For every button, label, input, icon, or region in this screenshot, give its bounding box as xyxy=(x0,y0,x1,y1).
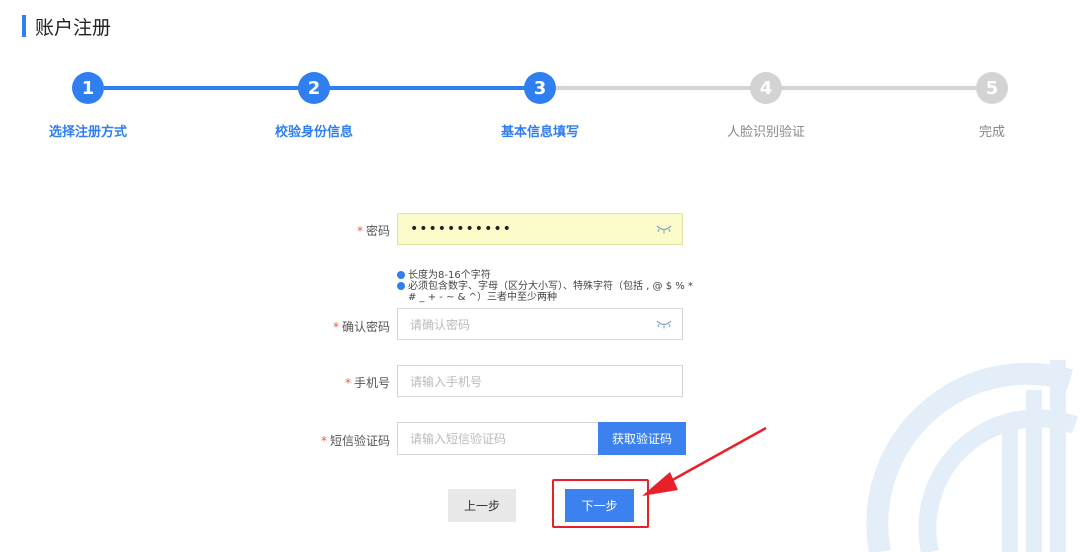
required-mark: * xyxy=(344,376,351,390)
confirm-password-placeholder: 请确认密码 xyxy=(410,317,471,332)
info-icon xyxy=(397,282,405,290)
step-4-label: 人脸识别验证 xyxy=(726,125,806,140)
eye-closed-icon[interactable] xyxy=(656,224,672,234)
sms-code-label: * 短信验证码 xyxy=(321,432,390,449)
password-label-text: 密码 xyxy=(365,224,390,238)
page-header: 账户注册 xyxy=(22,14,112,39)
step-4-circle: 4 xyxy=(750,72,782,104)
watermark-logo-icon xyxy=(866,360,1079,552)
password-label: * 密码 xyxy=(357,222,390,239)
annotation-arrow-icon xyxy=(642,426,767,496)
password-input[interactable]: ••••••••••• xyxy=(397,213,683,245)
page-title: 账户注册 xyxy=(35,16,112,39)
sms-code-label-text: 短信验证码 xyxy=(329,434,390,448)
password-hints: 长度为8-16个字符 必须包含数字、字母（区分大小写）、特殊字符（包括 , @ … xyxy=(397,270,697,303)
step-1-label: 选择注册方式 xyxy=(48,125,128,140)
required-mark: * xyxy=(356,224,363,238)
step-3-circle: 3 xyxy=(524,72,556,104)
phone-label-text: 手机号 xyxy=(353,376,390,390)
hint-item: 长度为8-16个字符 xyxy=(397,270,697,281)
step-5-circle: 5 xyxy=(976,72,1008,104)
step-3-label: 基本信息填写 xyxy=(500,125,580,140)
step-1-circle: 1 xyxy=(72,72,104,104)
confirm-password-label: * 确认密码 xyxy=(333,318,390,335)
hint-text: 必须包含数字、字母（区分大小写）、特殊字符（包括 , @ $ % * # _ +… xyxy=(408,281,693,303)
sms-code-placeholder: 请输入短信验证码 xyxy=(410,432,507,446)
confirm-password-label-text: 确认密码 xyxy=(341,320,390,334)
prev-step-button[interactable]: 上一步 xyxy=(448,489,516,522)
title-accent xyxy=(22,15,26,37)
step-5-label: 完成 xyxy=(978,125,1006,140)
info-icon xyxy=(397,271,405,279)
confirm-password-input[interactable]: 请确认密码 xyxy=(397,308,683,340)
password-value: ••••••••••• xyxy=(410,221,512,237)
sms-code-input[interactable]: 请输入短信验证码 xyxy=(397,422,598,455)
step-2-circle: 2 xyxy=(298,72,330,104)
hint-text: 长度为8-16个字符 xyxy=(408,270,491,281)
required-mark: * xyxy=(320,434,327,448)
hint-item: 必须包含数字、字母（区分大小写）、特殊字符（包括 , @ $ % * # _ +… xyxy=(397,281,697,303)
step-2-label: 校验身份信息 xyxy=(274,125,354,140)
phone-label: * 手机号 xyxy=(345,374,390,391)
eye-closed-icon[interactable] xyxy=(656,319,672,329)
phone-input[interactable]: 请输入手机号 xyxy=(397,365,683,397)
required-mark: * xyxy=(332,320,339,334)
phone-placeholder: 请输入手机号 xyxy=(410,374,483,389)
